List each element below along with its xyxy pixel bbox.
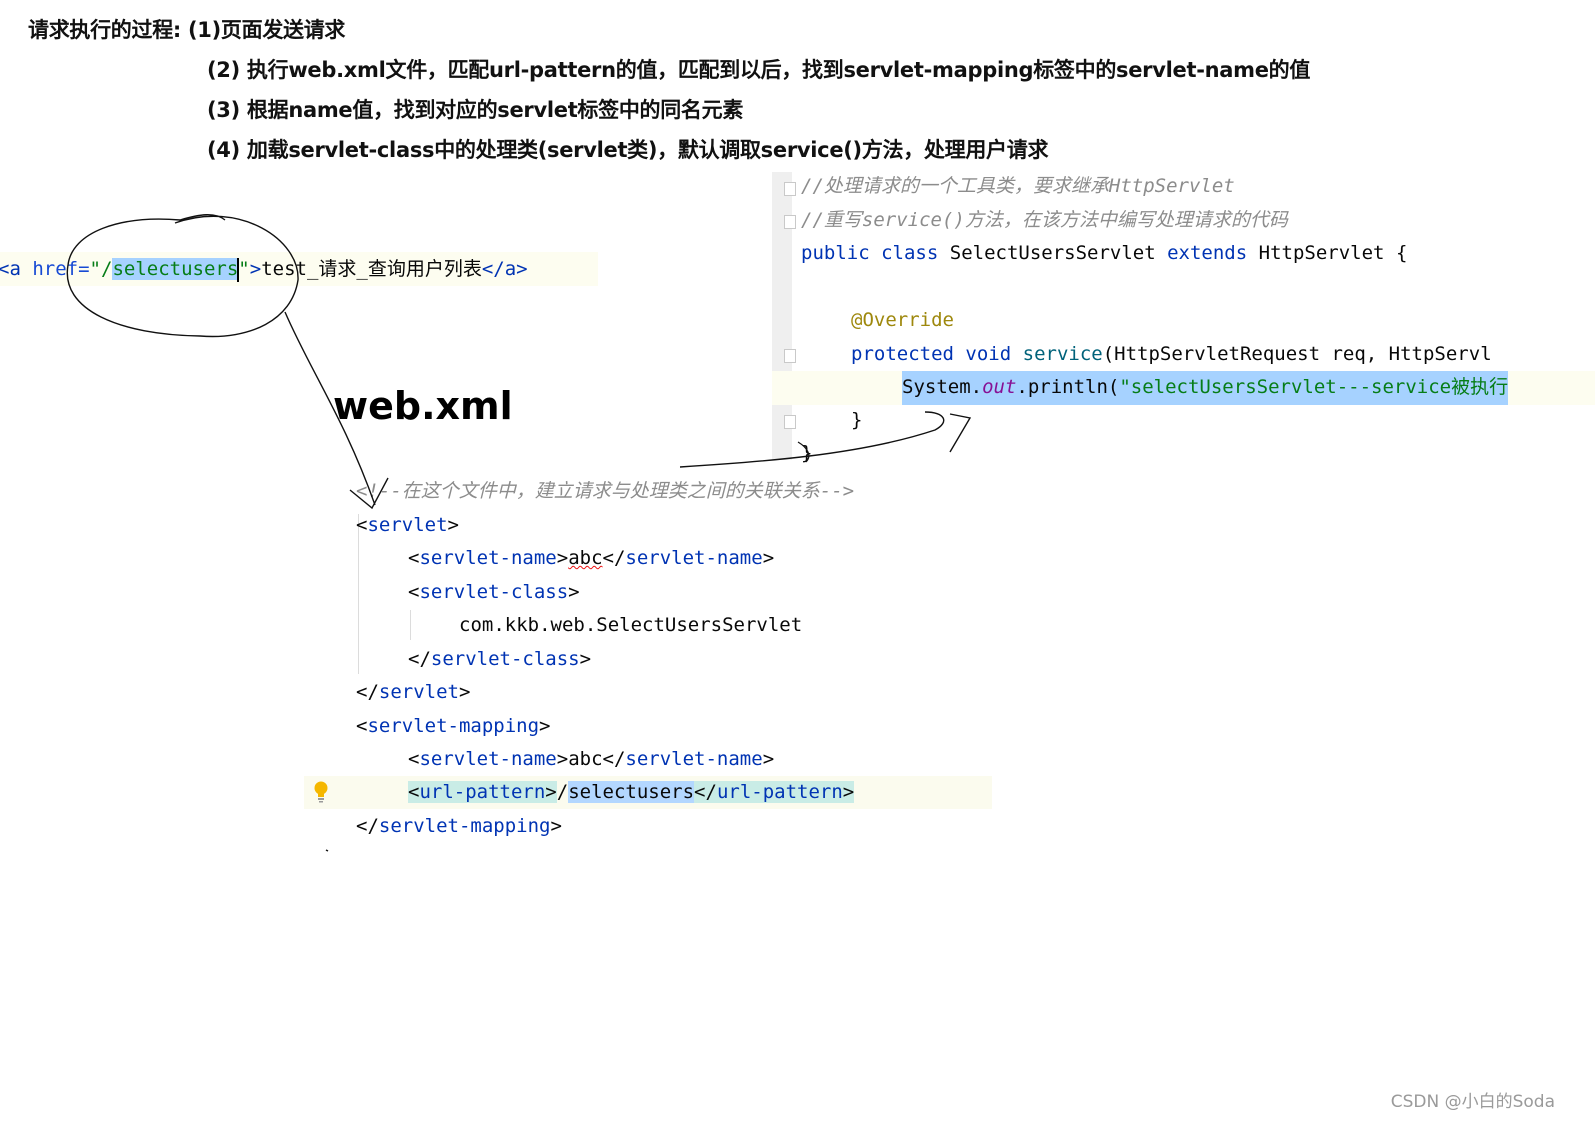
xml-mapping-name-value: abc bbox=[568, 748, 603, 770]
java-inner-close-brace: } bbox=[851, 409, 863, 431]
kw-void: void bbox=[965, 343, 1012, 365]
java-class-declaration: public class SelectUsersServlet extends … bbox=[801, 237, 1407, 271]
print-call: .println( bbox=[1016, 376, 1120, 398]
print-string: "selectUsersServlet---service被执行 bbox=[1119, 376, 1509, 398]
anchor-quote-open: "/ bbox=[89, 258, 113, 280]
anchor-text: test_请求_查询用户列表 bbox=[261, 258, 482, 280]
xml-servlet-open: <servlet> bbox=[356, 514, 459, 536]
xml-tag-name: servlet-name bbox=[625, 748, 763, 770]
html-anchor-snippet: <a href="/selectusers">test_请求_查询用户列表</a… bbox=[0, 252, 598, 286]
web-xml-label: web.xml bbox=[333, 384, 513, 428]
java-outer-close-brace: } bbox=[801, 442, 813, 464]
java-comment-2: //重写service()方法，在该方法中编写处理请求的代码 bbox=[801, 209, 1288, 231]
xml-servlet-close: </servlet> bbox=[356, 681, 471, 703]
anchor-quote-close: " bbox=[238, 258, 250, 280]
fold-marker-icon[interactable] bbox=[784, 415, 796, 429]
web-xml-code-panel: <!--在这个文件中，建立请求与处理类之间的关联关系--> <servlet> … bbox=[300, 474, 1000, 854]
java-method-signature: protected void service(HttpServletReques… bbox=[851, 338, 1492, 372]
heading-step-3: (3) 根据name值，找到对应的servlet标签中的同名元素 bbox=[207, 98, 744, 122]
xml-servlet-class-value: com.kkb.web.SelectUsersServlet bbox=[459, 614, 803, 636]
xml-servlet-name-value: abc bbox=[568, 547, 603, 569]
xml-tag-name: url-pattern bbox=[419, 781, 546, 803]
xml-servlet-class-open: <servlet-class> bbox=[408, 581, 580, 603]
xml-tag-name: servlet bbox=[367, 514, 448, 536]
xml-tag-name: servlet-mapping bbox=[378, 815, 551, 837]
xml-tag-name: servlet-name bbox=[625, 547, 763, 569]
xml-url-value: selectusers bbox=[568, 781, 695, 803]
xml-servlet-mapping-open: <servlet-mapping> bbox=[356, 715, 551, 737]
anchor-code-line: <a href="/selectusers">test_请求_查询用户列表</a… bbox=[0, 252, 528, 286]
xml-tag-name: servlet bbox=[378, 681, 459, 703]
xml-tag-name: servlet-name bbox=[419, 748, 557, 770]
print-field: out bbox=[982, 376, 1017, 398]
java-override-annotation: @Override bbox=[851, 309, 954, 331]
heading-step-2: (2) 执行web.xml文件，匹配url-pattern的值，匹配到以后，找到… bbox=[207, 58, 1311, 82]
watermark: CSDN @小白的Soda bbox=[1390, 1092, 1555, 1112]
xml-tag-name: servlet-name bbox=[419, 547, 557, 569]
xml-servlet-mapping-close: </servlet-mapping> bbox=[356, 815, 562, 837]
kw-extends: extends bbox=[1167, 242, 1248, 264]
xml-mapping-name-line: <servlet-name>abc</servlet-name> bbox=[408, 748, 775, 770]
xml-tag-name: servlet-class bbox=[430, 648, 580, 670]
kw-public: public bbox=[801, 242, 870, 264]
xml-url-pattern-line: <url-pattern>/selectusers</url-pattern> bbox=[408, 781, 855, 803]
xml-servlet-name-line: <servlet-name>abc</servlet-name> bbox=[408, 547, 775, 569]
java-class-name: SelectUsersServlet bbox=[949, 242, 1156, 264]
xml-tag-name: servlet-class bbox=[419, 581, 569, 603]
anchor-href-attr: href= bbox=[32, 258, 90, 280]
fold-marker-icon[interactable] bbox=[784, 349, 796, 363]
heading-step-4: (4) 加载servlet-class中的处理类(servlet类)，默认调取s… bbox=[207, 138, 1049, 162]
heading-step-1: 请求执行的过程: (1)页面发送请求 bbox=[28, 18, 346, 42]
lightbulb-icon[interactable] bbox=[314, 780, 328, 804]
xml-servlet-class-close: </servlet-class> bbox=[408, 648, 592, 670]
java-servlet-code-panel: //处理请求的一个工具类，要求继承HttpServlet //重写service… bbox=[772, 172, 1595, 472]
print-object: System. bbox=[902, 376, 983, 398]
java-params: (HttpServletRequest req, HttpServl bbox=[1102, 343, 1492, 365]
java-comment-1: //处理请求的一个工具类，要求继承HttpServlet bbox=[801, 175, 1235, 197]
anchor-url-value: selectusers bbox=[112, 258, 239, 280]
kw-protected: protected bbox=[851, 343, 954, 365]
java-println-statement: System.out.println("selectUsersServlet--… bbox=[902, 371, 1509, 405]
fold-marker-icon[interactable] bbox=[784, 182, 796, 196]
xml-url-slash: / bbox=[556, 781, 569, 803]
anchor-close-tag: </a> bbox=[481, 258, 528, 280]
fold-marker-icon[interactable] bbox=[784, 215, 796, 229]
xml-tag-name: servlet-mapping bbox=[367, 715, 540, 737]
anchor-open-tag: <a bbox=[0, 258, 21, 280]
brace-open: { bbox=[1395, 242, 1408, 264]
java-method-name: service bbox=[1022, 343, 1103, 365]
indent-guide bbox=[410, 610, 411, 640]
kw-class: class bbox=[881, 242, 939, 264]
xml-comment: <!--在这个文件中，建立请求与处理类之间的关联关系--> bbox=[356, 480, 855, 502]
anchor-gt: > bbox=[249, 258, 262, 280]
java-super-name: HttpServlet bbox=[1258, 242, 1385, 264]
xml-tag-name: url-pattern bbox=[716, 781, 843, 803]
